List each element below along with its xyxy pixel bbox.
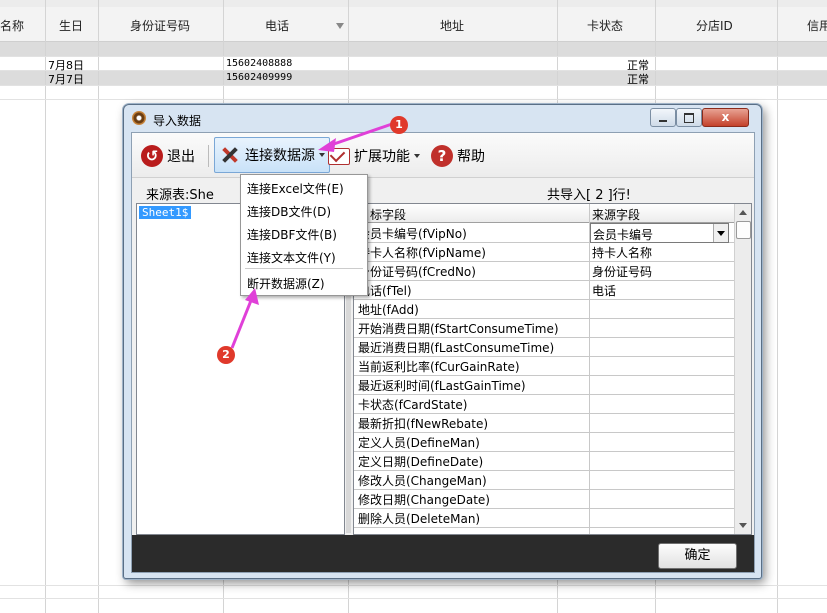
mapping-row[interactable]: 最近消费日期(fLastConsumeTime) — [354, 337, 734, 357]
col-header-birthday[interactable]: 生日 — [59, 17, 83, 34]
col-header-credit[interactable]: 信用 — [807, 17, 827, 34]
col-header-name[interactable]: 名称 — [0, 17, 24, 34]
target-field-cell: 定义日期(DefineDate) — [358, 455, 484, 469]
dialog-footer: 确定 — [132, 535, 754, 572]
list-item[interactable]: Sheet1$ — [139, 206, 192, 219]
scroll-down-icon[interactable] — [739, 523, 747, 528]
annotation-badge-2: 2 — [217, 346, 235, 364]
col-header-phone[interactable]: 电话 — [265, 17, 289, 34]
cell-birthday[interactable]: 7月7日 — [48, 71, 84, 87]
help-button[interactable]: 帮助 — [431, 141, 485, 171]
scroll-thumb[interactable] — [736, 221, 751, 239]
close-icon: x — [721, 110, 730, 124]
mapping-row[interactable]: 卡状态(fCardState) — [354, 394, 734, 414]
vertical-scrollbar[interactable] — [734, 204, 751, 534]
target-field-cell: 会员卡编号(fVipNo) — [358, 227, 467, 241]
source-field-cell[interactable]: 身份证号码 — [592, 263, 652, 280]
field-mapping-grid[interactable]: 目标字段 来源字段 会员卡编号(fVipNo) 持卡人名称(fVipName) 持卡… — [353, 203, 752, 535]
mapping-grid-header: 目标字段 来源字段 — [354, 204, 734, 223]
target-field-cell: 定义人员(DefineMan) — [358, 436, 480, 450]
target-field-cell: 地址(fAdd) — [358, 303, 419, 317]
target-field-cell: 最近返利时间(fLastGainTime) — [358, 379, 526, 393]
source-table-label: 来源表:She — [146, 188, 214, 203]
col-header-branch-id[interactable]: 分店ID — [696, 17, 733, 34]
source-field-combobox[interactable]: 会员卡编号 — [590, 223, 729, 243]
cell-status[interactable]: 正常 — [627, 71, 649, 87]
ok-button[interactable]: 确定 — [658, 543, 737, 569]
col-header-address[interactable]: 地址 — [440, 17, 464, 34]
help-icon — [431, 145, 453, 167]
tools-icon — [219, 144, 241, 166]
chevron-down-icon — [414, 154, 420, 158]
extend-label: 扩展功能 — [354, 149, 410, 165]
source-field-header: 来源字段 — [592, 208, 641, 222]
import-data-dialog: 导入数据 x 退出 连接数据源 扩展功能 帮助 — [123, 104, 762, 579]
column-divider — [589, 204, 590, 534]
mapping-row[interactable]: 删除人员(DeleteMan) — [354, 508, 734, 528]
mapping-row[interactable]: 持卡人名称(fVipName) 持卡人名称 — [354, 242, 734, 262]
mapping-row[interactable]: 当前返利比率(fCurGainRate) — [354, 356, 734, 376]
target-field-cell: 持卡人名称(fVipName) — [358, 246, 486, 260]
menu-item-text[interactable]: 连接文本文件(Y) — [247, 249, 336, 266]
target-field-cell: 最近消费日期(fLastConsumeTime) — [358, 341, 555, 355]
toolbar: 退出 连接数据源 扩展功能 帮助 — [132, 133, 754, 178]
col-header-idcard[interactable]: 身份证号码 — [130, 17, 190, 34]
mapping-row[interactable]: 定义日期(DefineDate) — [354, 451, 734, 471]
connect-label: 连接数据源 — [245, 148, 315, 164]
connect-datasource-menu: 连接Excel文件(E) 连接DB文件(D) 连接DBF文件(B) 连接文本文件… — [240, 174, 368, 296]
import-count-label: 共导入[ 2 ]行! — [547, 188, 631, 203]
mapping-row[interactable]: 定义人员(DefineMan) — [354, 432, 734, 452]
menu-item-db[interactable]: 连接DB文件(D) — [247, 203, 331, 220]
envelope-icon — [328, 147, 350, 165]
exit-button[interactable]: 退出 — [141, 141, 195, 171]
target-field-cell: 修改人员(ChangeMan) — [358, 474, 487, 488]
extend-features-button[interactable]: 扩展功能 — [328, 141, 420, 171]
dropdown-arrow-icon[interactable] — [713, 224, 728, 242]
table-row[interactable] — [0, 71, 827, 85]
exit-icon — [141, 145, 163, 167]
target-field-cell: 修改日期(ChangeDate) — [358, 493, 490, 507]
target-field-cell: 卡状态(fCardState) — [358, 398, 468, 412]
menu-item-disconnect[interactable]: 断开数据源(Z) — [247, 275, 325, 292]
col-header-card-status[interactable]: 卡状态 — [587, 17, 623, 34]
mapping-row[interactable]: 修改人员(ChangeMan) — [354, 470, 734, 490]
sheet-filter-row — [0, 42, 827, 56]
mapping-row[interactable]: 开始消费日期(fStartConsumeTime) — [354, 318, 734, 338]
dialog-title: 导入数据 — [153, 114, 202, 128]
chevron-down-icon — [319, 153, 325, 157]
app-icon — [132, 111, 146, 125]
toolbar-separator — [208, 145, 209, 167]
mapping-row[interactable]: 地址(fAdd) — [354, 299, 734, 319]
dialog-titlebar[interactable]: 导入数据 x — [124, 105, 761, 132]
target-field-cell: 开始消费日期(fStartConsumeTime) — [358, 322, 559, 336]
menu-item-dbf[interactable]: 连接DBF文件(B) — [247, 226, 337, 243]
sheet-top-strip — [0, 0, 827, 7]
mapping-row[interactable]: 身份证号码(fCredNo) 身份证号码 — [354, 261, 734, 281]
menu-item-excel[interactable]: 连接Excel文件(E) — [247, 180, 344, 197]
mapping-row[interactable]: 最近返利时间(fLastGainTime) — [354, 375, 734, 395]
source-field-cell[interactable]: 持卡人名称 — [592, 244, 652, 261]
combobox-value: 会员卡编号 — [593, 228, 654, 242]
cell-phone[interactable]: 15602408888 — [226, 58, 292, 69]
target-field-cell: 最新折扣(fNewRebate) — [358, 417, 489, 431]
mapping-row[interactable]: 电话(fTel) 电话 — [354, 280, 734, 300]
maximize-button[interactable] — [676, 108, 702, 127]
menu-separator — [245, 268, 363, 269]
target-field-cell: 身份证号码(fCredNo) — [358, 265, 476, 279]
scroll-up-icon[interactable] — [739, 210, 747, 215]
target-field-cell: 删除人员(DeleteMan) — [358, 512, 481, 526]
mapping-row[interactable]: 修改日期(ChangeDate) — [354, 489, 734, 509]
target-field-cell: 当前返利比率(fCurGainRate) — [358, 360, 520, 374]
source-field-cell[interactable]: 电话 — [592, 282, 616, 299]
cell-phone[interactable]: 15602409999 — [226, 72, 292, 83]
help-label: 帮助 — [457, 149, 485, 165]
minimize-button[interactable] — [650, 108, 676, 127]
connect-datasource-button[interactable]: 连接数据源 — [214, 137, 330, 173]
annotation-badge-1: 1 — [390, 116, 408, 134]
sheet-column-header: 名称 生日 身份证号码 电话 地址 卡状态 分店ID 信用 — [0, 7, 827, 42]
exit-label: 退出 — [167, 149, 195, 165]
mapping-row[interactable]: 最新折扣(fNewRebate) — [354, 413, 734, 433]
filter-arrow-icon[interactable] — [336, 23, 344, 29]
close-button[interactable]: x — [702, 108, 749, 127]
